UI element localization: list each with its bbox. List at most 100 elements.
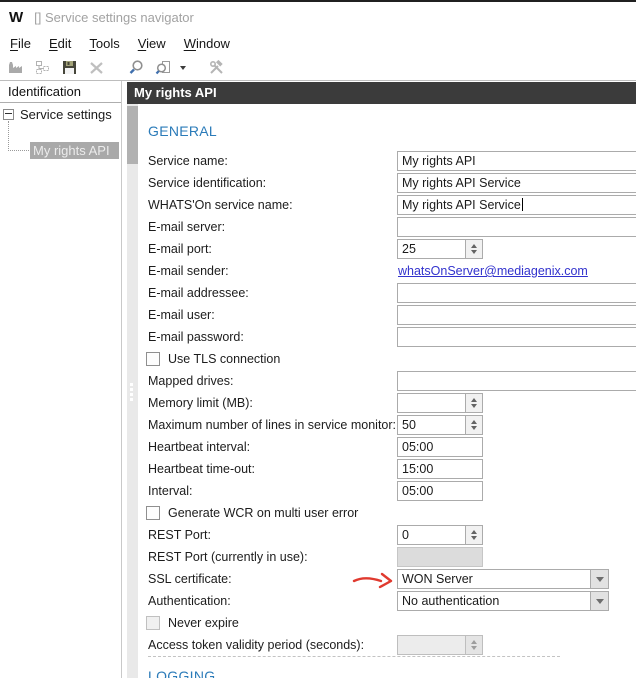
access-token-validity-period-seconds-input [397,635,483,655]
row-e-mail-user: E-mail user: [138,305,636,327]
menu-window[interactable]: Window [175,36,239,51]
mapped-drives-label: Mapped drives: [148,374,234,388]
maximum-number-of-lines-in-service-monitor-spinner[interactable] [465,416,482,434]
title-bar: W [] Service settings navigator [0,0,636,33]
menu-file[interactable]: File [1,36,40,51]
heartbeat-time-out-value: 15:00 [402,462,434,476]
ssl-certificate-label: SSL certificate: [148,572,232,586]
ssl-certificate-dropdown-button[interactable] [590,570,608,588]
use-tls-connection-label: Use TLS connection [168,352,281,366]
row-e-mail-addressee: E-mail addressee: [138,283,636,305]
rest-port-label: REST Port: [148,528,211,542]
interval-label: Interval: [148,484,193,498]
row-generate-wcr-on-multi-user-error: Generate WCR on multi user error [138,503,636,525]
e-mail-server-input[interactable] [397,217,636,237]
ssl-certificate-value: WON Server [402,572,473,586]
service-identification-value: My rights API Service [402,176,521,190]
e-mail-user-input[interactable] [397,305,636,325]
scrollbar-thumb[interactable] [127,106,138,164]
service-identification-input[interactable]: My rights API Service [397,173,636,193]
generate-wcr-on-multi-user-error-label: Generate WCR on multi user error [168,506,359,520]
splitter-grip[interactable] [130,383,134,403]
window-title: [] Service settings navigator [34,9,194,25]
row-authentication: Authentication: No authentication [138,591,636,613]
row-never-expire: Never expire [138,613,636,635]
row-service-identification: Service identification: My rights API Ser… [138,173,636,195]
heartbeat-interval-label: Heartbeat interval: [148,440,251,454]
authentication-dropdown-button[interactable] [590,592,608,610]
memory-limit-mb-input[interactable] [397,393,483,413]
heartbeat-interval-input[interactable]: 05:00 [397,437,483,457]
row-memory-limit-mb: Memory limit (MB): [138,393,636,415]
section-heading-general: GENERAL [148,123,218,139]
e-mail-password-input[interactable] [397,327,636,347]
detail-panel-title: My rights API [127,82,636,104]
rest-port-currently-in-use-label: REST Port (currently in use): [148,550,308,564]
row-rest-port: REST Port: 0 [138,525,636,547]
menubar: File Edit Tools View Window [0,31,636,55]
heartbeat-interval-value: 05:00 [402,440,434,454]
left-scrollbar[interactable] [127,104,138,678]
row-heartbeat-time-out: Heartbeat time-out: 15:00 [138,459,636,481]
search-document-icon-dropdown-caret[interactable] [180,65,186,70]
tree-item-my-rights-api-selected[interactable]: My rights API [30,142,119,159]
e-mail-port-spinner[interactable] [465,240,482,258]
search-document-icon[interactable] [152,57,175,79]
interval-value: 05:00 [402,484,434,498]
text-caret [521,198,523,211]
rest-port-currently-in-use-input [397,547,483,567]
heartbeat-time-out-input[interactable]: 15:00 [397,459,483,479]
row-whats-on-service-name: WHATS'On service name: My rights API Serv… [138,195,636,217]
never-expire-label: Never expire [168,616,239,630]
row-e-mail-password: E-mail password: [138,327,636,349]
menu-view[interactable]: View [129,36,175,51]
ssl-certificate-dropdown[interactable]: WON Server [397,569,609,589]
search-icon[interactable] [125,57,148,79]
row-mapped-drives: Mapped drives: [138,371,636,393]
identification-header: Identification [0,81,121,103]
service-identification-label: Service identification: [148,176,267,190]
use-tls-connection-checkbox[interactable] [146,352,160,366]
tree-item-label: Service settings [20,107,112,122]
tree-connector-line [8,121,9,151]
whats-on-service-name-input[interactable]: My rights API Service [397,195,636,215]
interval-input[interactable]: 05:00 [397,481,483,501]
service-settings-navigator-window: W [] Service settings navigator File Edit… [0,0,636,678]
memory-limit-mb-spinner[interactable] [465,394,482,412]
save-icon[interactable] [58,57,81,79]
section-heading-logging: LOGGING [148,668,216,678]
authentication-dropdown[interactable]: No authentication [397,591,609,611]
menu-tools[interactable]: Tools [80,36,128,51]
maximum-number-of-lines-in-service-monitor-value: 50 [402,418,416,432]
app-logo-icon: W [9,8,24,26]
whats-on-service-name-label: WHATS'On service name: [148,198,293,212]
row-use-tls-connection: Use TLS connection [138,349,636,371]
tree-connector-line [8,150,29,151]
maximum-number-of-lines-in-service-monitor-input[interactable]: 50 [397,415,483,435]
e-mail-addressee-input[interactable] [397,283,636,303]
navigation-panel: Identification Service settings My right… [0,81,122,678]
authentication-value: No authentication [402,594,500,608]
rest-port-input[interactable]: 0 [397,525,483,545]
e-mail-sender-link[interactable]: whatsOnServer@mediagenix.com [398,264,588,278]
mapped-drives-input[interactable] [397,371,636,391]
row-heartbeat-interval: Heartbeat interval: 05:00 [138,437,636,459]
menu-edit[interactable]: Edit [40,36,80,51]
rest-port-spinner[interactable] [465,526,482,544]
service-name-value: My rights API [402,154,476,168]
hierarchy-icon [31,57,54,79]
e-mail-port-label: E-mail port: [148,242,212,256]
generate-wcr-on-multi-user-error-checkbox[interactable] [146,506,160,520]
row-e-mail-server: E-mail server: [138,217,636,239]
detail-panel: GENERAL Service name: My rights API Servic… [138,104,636,678]
e-mail-port-input[interactable]: 25 [397,239,483,259]
tree-item-service-settings[interactable]: Service settings [3,107,112,122]
collapse-icon[interactable] [3,109,14,120]
row-service-name: Service name: My rights API [138,151,636,173]
e-mail-addressee-label: E-mail addressee: [148,286,249,300]
row-e-mail-sender: E-mail sender: whatsOnServer@mediagenix.c… [138,261,636,283]
rest-port-value: 0 [402,528,409,542]
service-name-input[interactable]: My rights API [397,151,636,171]
e-mail-password-label: E-mail password: [148,330,244,344]
access-token-validity-period-seconds-label: Access token validity period (seconds): [148,638,365,652]
